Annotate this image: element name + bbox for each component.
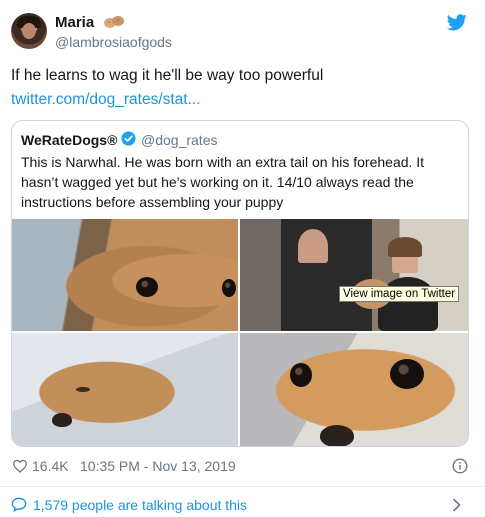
comment-icon — [11, 497, 27, 512]
tweet-link[interactable]: twitter.com/dog_rates/stat... — [11, 90, 201, 110]
puppy-eye — [390, 359, 424, 389]
puppy-eye — [136, 277, 158, 297]
twitter-bird-icon[interactable] — [447, 14, 467, 31]
puppy-nose — [52, 413, 72, 427]
verified-badge-icon — [121, 131, 136, 146]
peanuts-emoji-icon — [104, 16, 124, 28]
info-icon[interactable] — [452, 458, 468, 474]
like-count[interactable]: 16.4K — [32, 458, 69, 474]
view-image-tooltip: View image on Twitter — [339, 286, 460, 302]
photo-grid — [12, 219, 468, 446]
vet-head — [298, 229, 328, 263]
puppy-eye — [222, 279, 236, 297]
quoted-author-handle[interactable]: @dog_rates — [141, 132, 217, 148]
conversation-count-text[interactable]: 1,579 people are talking about this — [33, 497, 247, 513]
quoted-author-name[interactable]: WeRateDogs® — [21, 132, 117, 148]
timestamp[interactable]: 10:35 PM - Nov 13, 2019 — [80, 458, 236, 474]
quoted-tweet-text: This is Narwhal. He was born with an ext… — [21, 154, 425, 210]
puppy-nose — [320, 425, 354, 446]
tweet-text: If he learns to wag it he'll be way too … — [11, 67, 324, 84]
author-display-name[interactable]: Maria — [55, 14, 94, 31]
puppy-on-blanket-photo[interactable] — [12, 333, 238, 446]
puppy-eye — [76, 387, 90, 392]
quoted-tweet-card[interactable]: WeRateDogs® @dog_rates This is Narwhal. … — [11, 120, 469, 447]
vet-holding-puppy-photo[interactable] — [240, 219, 468, 331]
puppy-photo-closeup[interactable] — [12, 219, 238, 331]
avatar-face — [22, 23, 36, 39]
avatar[interactable] — [11, 13, 47, 49]
chevron-right-icon — [453, 498, 461, 512]
heart-icon[interactable] — [12, 459, 28, 473]
embedded-tweet: Maria @lambrosiaofgods If he learns to w… — [0, 0, 485, 517]
woman-hair — [388, 237, 422, 257]
puppy-eye — [290, 363, 312, 387]
conversation-link[interactable]: 1,579 people are talking about this — [0, 487, 485, 517]
author-handle[interactable]: @lambrosiaofgods — [55, 34, 172, 50]
puppy-eyes-photo[interactable] — [240, 333, 468, 446]
